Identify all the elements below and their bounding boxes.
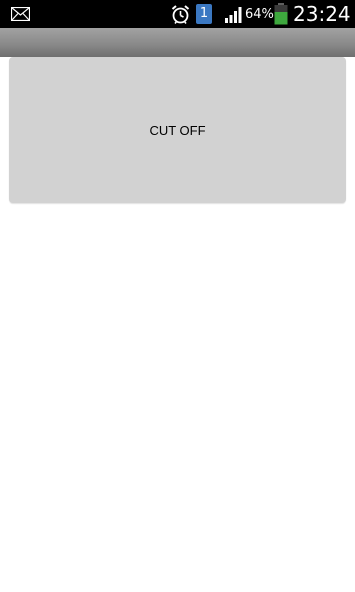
notification-badge: 1 — [196, 4, 212, 24]
battery-icon — [274, 3, 288, 25]
clock: 23:24 — [293, 2, 351, 26]
cut-off-button-label: CUT OFF — [149, 122, 206, 138]
signal-icon — [225, 7, 242, 23]
cut-off-button[interactable]: CUT OFF — [9, 57, 346, 203]
alarm-icon — [171, 5, 190, 24]
mail-icon — [11, 7, 30, 21]
status-bar: 1 64% 23:24 — [0, 0, 355, 28]
battery-percent: 64% — [245, 7, 274, 22]
action-bar — [0, 28, 355, 57]
